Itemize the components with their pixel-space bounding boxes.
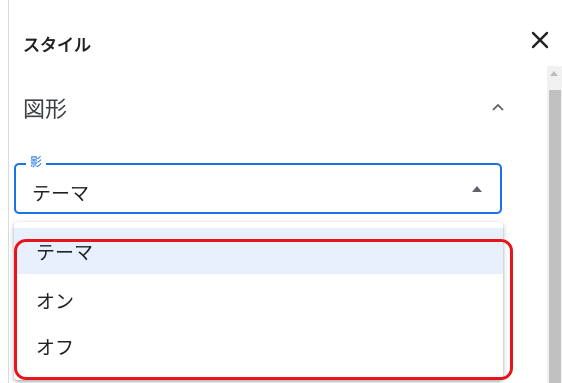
scroll-up-icon[interactable]	[550, 71, 558, 76]
section-title-shape: 図形	[23, 98, 68, 123]
chevron-up-icon	[492, 103, 504, 111]
menu-option-on[interactable]: オン	[14, 277, 503, 323]
scrollbar[interactable]	[547, 66, 562, 383]
shadow-select[interactable]: 影 テーマ	[14, 154, 502, 214]
menu-option-off[interactable]: オフ	[14, 323, 503, 369]
panel-header: スタイル	[9, 0, 562, 80]
close-button[interactable]	[526, 26, 554, 54]
panel-title: スタイル	[23, 36, 91, 56]
shadow-select-label: 影	[26, 154, 47, 170]
dropdown-arrow-up-icon	[472, 186, 482, 192]
menu-option-theme[interactable]: テーマ	[14, 228, 503, 274]
close-icon	[531, 31, 549, 49]
section-collapse-button[interactable]	[487, 96, 509, 118]
shadow-options-menu: テーマ オン オフ	[14, 222, 503, 380]
shadow-select-value: テーマ	[32, 183, 90, 205]
scrollbar-thumb[interactable]	[549, 90, 561, 383]
